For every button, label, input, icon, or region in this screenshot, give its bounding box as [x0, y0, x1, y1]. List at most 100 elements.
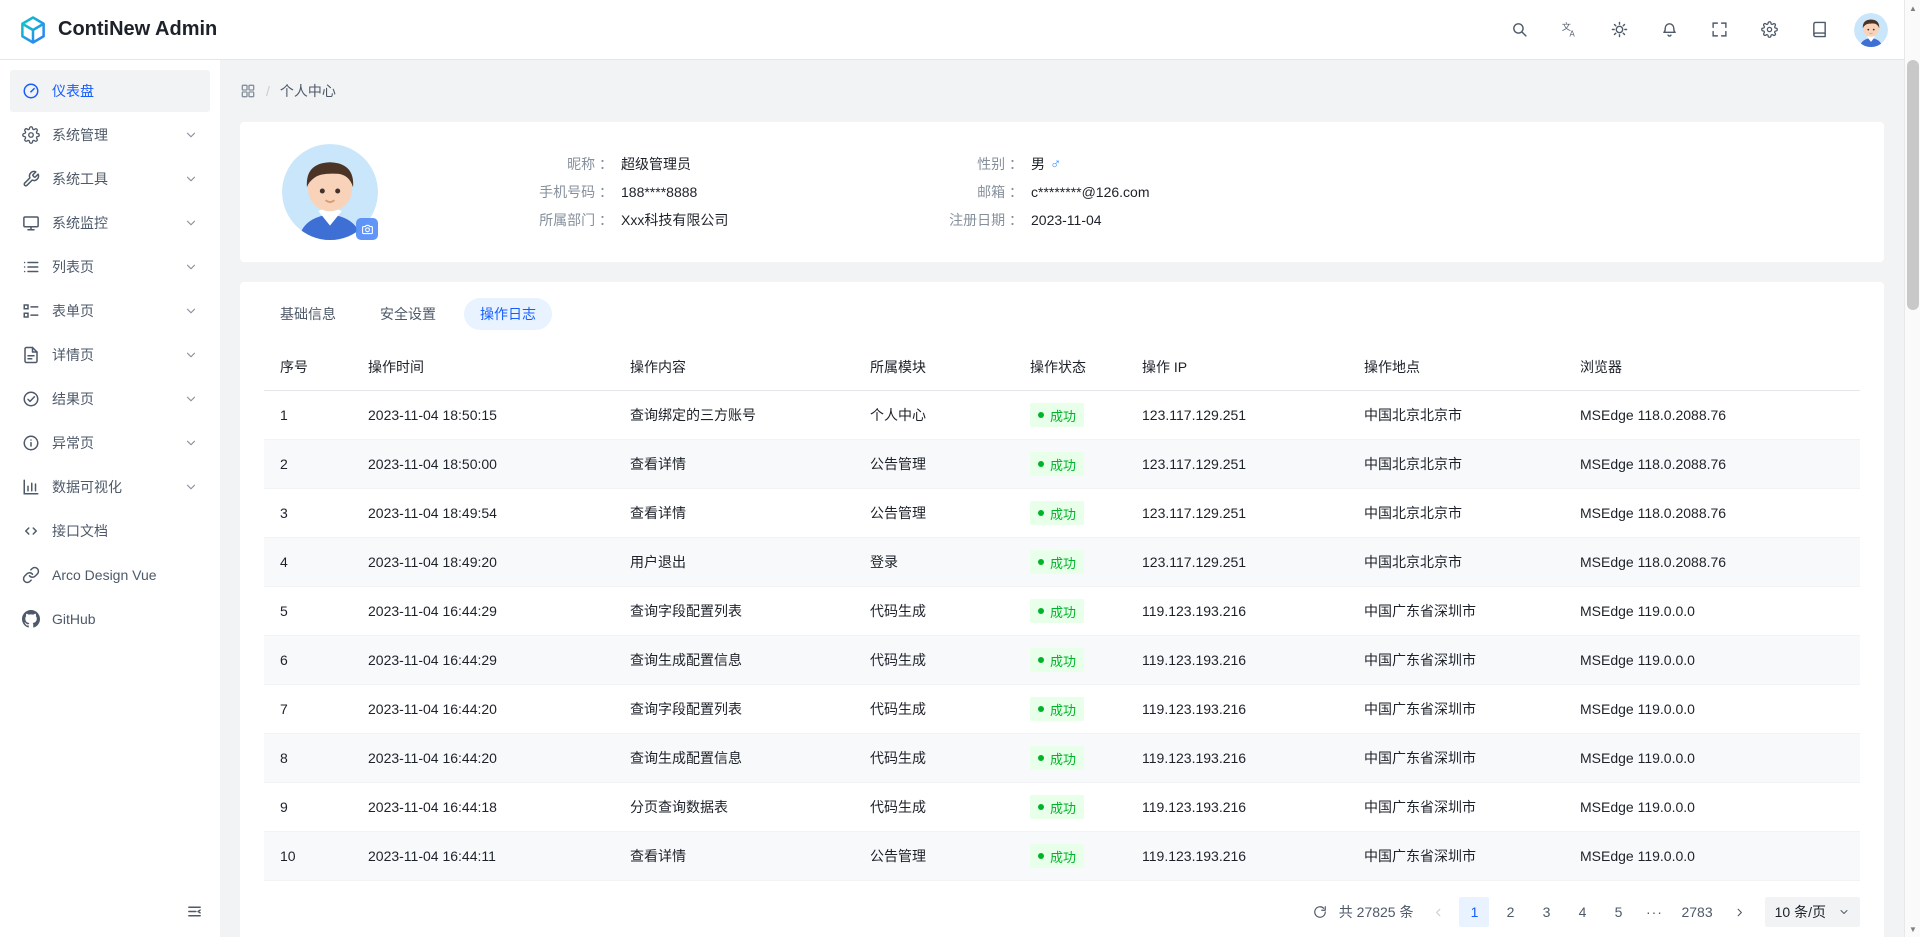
cell-index: 10	[264, 832, 352, 881]
scrollbar-down-arrow[interactable]: ▼	[1905, 921, 1920, 937]
refresh-button[interactable]	[1305, 897, 1335, 927]
status-dot-icon	[1038, 412, 1044, 418]
cell-index: 2	[264, 440, 352, 489]
cell-module: 代码生成	[854, 587, 1014, 636]
next-page-button[interactable]	[1725, 897, 1755, 927]
field-label: 所属部门 ：	[468, 209, 613, 232]
cell-location: 中国北京北京市	[1348, 538, 1564, 587]
sun-icon	[1611, 21, 1628, 38]
cell-module: 代码生成	[854, 783, 1014, 832]
gear-icon	[22, 126, 40, 144]
sidebar-item-arco-design-vue[interactable]: Arco Design Vue	[10, 554, 210, 596]
collapse-sidebar-button[interactable]	[180, 897, 208, 925]
cell-location: 中国广东省深圳市	[1348, 783, 1564, 832]
scrollbar[interactable]: ▲ ▼	[1904, 0, 1920, 937]
prev-page-button	[1423, 897, 1453, 927]
field-value: 188****8888	[621, 181, 697, 204]
header: ContiNew Admin 文A	[0, 0, 1904, 60]
cell-index: 5	[264, 587, 352, 636]
sidebar-item-form-pages[interactable]: 表单页	[10, 290, 210, 332]
status-badge: 成功	[1030, 795, 1084, 819]
cell-time: 2023-11-04 16:44:20	[352, 734, 614, 783]
cell-content: 查询字段配置列表	[614, 685, 854, 734]
status-badge: 成功	[1030, 452, 1084, 476]
sidebar-item-detail-pages[interactable]: 详情页	[10, 334, 210, 376]
scrollbar-up-arrow[interactable]: ▲	[1905, 0, 1920, 16]
sidebar-item-system-monitor[interactable]: 系统监控	[10, 202, 210, 244]
page-2[interactable]: 2	[1495, 897, 1525, 927]
search-button[interactable]	[1502, 13, 1536, 47]
page-4[interactable]: 4	[1567, 897, 1597, 927]
docs-button[interactable]	[1802, 13, 1836, 47]
settings-button[interactable]	[1752, 13, 1786, 47]
cell-browser: MSEdge 119.0.0.0	[1564, 734, 1860, 783]
cell-browser: MSEdge 118.0.2088.76	[1564, 489, 1860, 538]
page-size-select[interactable]: 10 条/页	[1765, 897, 1860, 927]
cell-index: 7	[264, 685, 352, 734]
sidebar-item-data-visualization[interactable]: 数据可视化	[10, 466, 210, 508]
sidebar-item-result-pages[interactable]: 结果页	[10, 378, 210, 420]
sidebar-item-github[interactable]: GitHub	[10, 598, 210, 640]
page-1[interactable]: 1	[1459, 897, 1489, 927]
apps-grid-icon[interactable]	[240, 83, 256, 99]
tab-security-settings[interactable]: 安全设置	[364, 298, 452, 330]
page-5[interactable]: 5	[1603, 897, 1633, 927]
column-header-8: 浏览器	[1564, 344, 1860, 391]
sidebar-item-system-tools[interactable]: 系统工具	[10, 158, 210, 200]
search-icon	[1511, 21, 1528, 38]
page-2783[interactable]: 2783	[1675, 897, 1718, 927]
sidebar-item-dashboard[interactable]: 仪表盘	[10, 70, 210, 112]
log-table-body: 12023-11-04 18:50:15查询绑定的三方账号个人中心成功123.1…	[264, 391, 1860, 881]
status-dot-icon	[1038, 461, 1044, 467]
field-label: 邮箱 ：	[878, 181, 1023, 204]
cell-index: 9	[264, 783, 352, 832]
cell-module: 代码生成	[854, 734, 1014, 783]
status-dot-icon	[1038, 804, 1044, 810]
cell-ip: 119.123.193.216	[1126, 636, 1348, 685]
profile-field: 所属部门 ：Xxx科技有限公司	[468, 209, 878, 232]
github-icon	[22, 610, 40, 628]
notifications-button[interactable]	[1652, 13, 1686, 47]
tab-basic-info[interactable]: 基础信息	[264, 298, 352, 330]
tab-operation-log[interactable]: 操作日志	[464, 298, 552, 330]
page-3[interactable]: 3	[1531, 897, 1561, 927]
table-row: 42023-11-04 18:49:20用户退出登录成功123.117.129.…	[264, 538, 1860, 587]
table-row: 82023-11-04 16:44:20查询生成配置信息代码生成成功119.12…	[264, 734, 1860, 783]
header-actions: 文A	[1486, 13, 1888, 47]
user-avatar[interactable]	[1854, 13, 1888, 47]
profile-field: 性别 ：男♂	[878, 153, 1150, 176]
change-avatar-button[interactable]	[356, 218, 378, 240]
cell-module: 登录	[854, 538, 1014, 587]
app-logo[interactable]: ContiNew Admin	[18, 15, 217, 45]
profile-avatar-wrap	[282, 144, 378, 240]
theme-button[interactable]	[1602, 13, 1636, 47]
cell-index: 6	[264, 636, 352, 685]
cell-browser: MSEdge 118.0.2088.76	[1564, 440, 1860, 489]
cell-browser: MSEdge 119.0.0.0	[1564, 636, 1860, 685]
cell-status: 成功	[1014, 783, 1126, 832]
cell-time: 2023-11-04 18:49:54	[352, 489, 614, 538]
chevron-down-icon	[184, 260, 198, 274]
profile-fields: 昵称 ：超级管理员手机号码 ：188****8888所属部门 ：Xxx科技有限公…	[468, 153, 1150, 232]
pages-ellipsis[interactable]: ···	[1639, 897, 1669, 927]
sidebar-item-exception-pages[interactable]: 异常页	[10, 422, 210, 464]
status-badge: 成功	[1030, 550, 1084, 574]
monitor-icon	[22, 214, 40, 232]
language-button[interactable]: 文A	[1552, 13, 1586, 47]
translate-icon: 文A	[1561, 21, 1578, 38]
cell-time: 2023-11-04 16:44:29	[352, 636, 614, 685]
sidebar-item-list-pages[interactable]: 列表页	[10, 246, 210, 288]
cell-content: 查看详情	[614, 832, 854, 881]
status-dot-icon	[1038, 706, 1044, 712]
camera-icon	[361, 223, 374, 236]
fullscreen-button[interactable]	[1702, 13, 1736, 47]
column-header-2: 操作时间	[352, 344, 614, 391]
sidebar-item-api-docs[interactable]: 接口文档	[10, 510, 210, 552]
cell-location: 中国广东省深圳市	[1348, 685, 1564, 734]
sidebar: 仪表盘系统管理系统工具系统监控列表页表单页详情页结果页异常页数据可视化接口文档A…	[0, 60, 220, 937]
cell-ip: 123.117.129.251	[1126, 440, 1348, 489]
collapse-sidebar-icon	[186, 903, 203, 920]
scrollbar-thumb[interactable]	[1907, 60, 1919, 310]
form-icon	[22, 302, 40, 320]
sidebar-item-system-management[interactable]: 系统管理	[10, 114, 210, 156]
